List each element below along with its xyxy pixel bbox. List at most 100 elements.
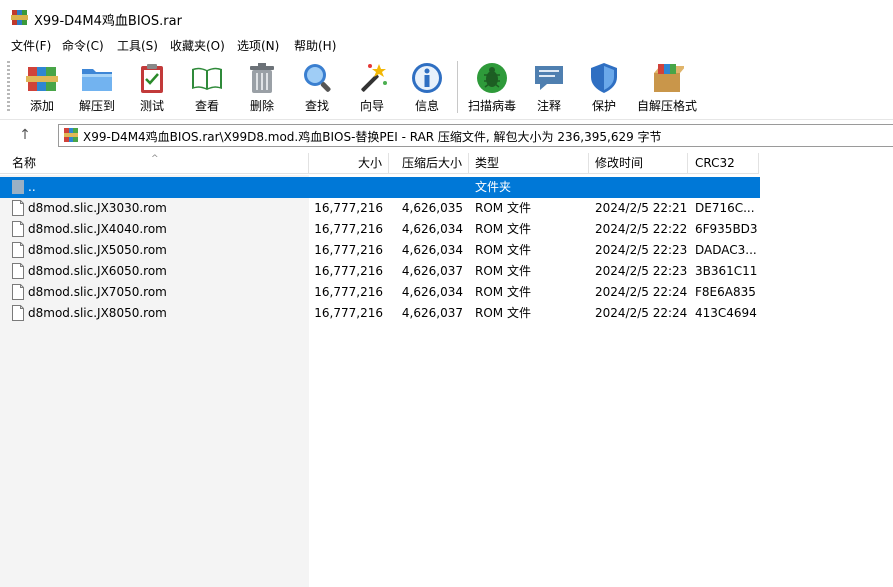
file-row[interactable]: d8mod.slic.JX3030.rom 16,777,216 4,626,035… bbox=[0, 198, 760, 219]
menu-command[interactable]: 命令(C) bbox=[62, 37, 104, 54]
file-crc: 3B361C11 bbox=[695, 264, 757, 278]
sfx-box-icon bbox=[654, 64, 684, 92]
parent-folder-name: .. bbox=[28, 180, 36, 194]
file-name: d8mod.slic.JX4040.rom bbox=[28, 222, 167, 236]
column-name[interactable]: 名称 ^ bbox=[0, 153, 309, 174]
title-bar: X99-D4M4鸡血BIOS.rar bbox=[0, 0, 893, 35]
column-packed[interactable]: 压缩后大小 bbox=[389, 153, 469, 174]
file-packed-size: 4,626,034 bbox=[401, 243, 463, 257]
file-list: 名称 ^ 大小 压缩后大小 类型 修改时间 CRC32 .. 文件夹 d8mod… bbox=[0, 153, 893, 587]
file-row[interactable]: d8mod.slic.JX7050.rom 16,777,216 4,626,034… bbox=[0, 282, 760, 303]
file-packed-size: 4,626,034 bbox=[401, 285, 463, 299]
sfx-label: 自解压格式 bbox=[636, 99, 697, 113]
file-packed-size: 4,626,035 bbox=[401, 201, 463, 215]
file-crc: DADAC3... bbox=[695, 243, 757, 257]
parent-folder-row[interactable]: .. 文件夹 bbox=[0, 177, 760, 198]
file-type: ROM 文件 bbox=[475, 306, 531, 320]
address-bar: ↑ X99-D4M4鸡血BIOS.rar\X99D8.mod.鸡血BIOS-替换… bbox=[0, 120, 893, 150]
file-packed-size: 4,626,037 bbox=[401, 306, 463, 320]
file-modified: 2024/2/5 22:21 bbox=[595, 201, 688, 215]
archive-icon bbox=[64, 128, 78, 142]
file-packed-size: 4,626,034 bbox=[401, 222, 463, 236]
file-name: d8mod.slic.JX3030.rom bbox=[28, 201, 167, 215]
file-row[interactable]: d8mod.slic.JX8050.rom 16,777,216 4,626,037… bbox=[0, 303, 760, 324]
file-row[interactable]: d8mod.slic.JX5050.rom 16,777,216 4,626,034… bbox=[0, 240, 760, 261]
file-crc: F8E6A835 bbox=[695, 285, 756, 299]
file-modified: 2024/2/5 22:24 bbox=[595, 285, 688, 299]
file-row[interactable]: d8mod.slic.JX4040.rom 16,777,216 4,626,034… bbox=[0, 219, 760, 240]
file-icon bbox=[12, 263, 24, 279]
address-field[interactable]: X99-D4M4鸡血BIOS.rar\X99D8.mod.鸡血BIOS-替换PE… bbox=[58, 124, 893, 147]
file-name: d8mod.slic.JX7050.rom bbox=[28, 285, 167, 299]
column-modified-label: 修改时间 bbox=[595, 156, 644, 170]
file-icon bbox=[12, 305, 24, 321]
column-header-row: 名称 ^ 大小 压缩后大小 类型 修改时间 CRC32 bbox=[0, 153, 893, 175]
window-title: X99-D4M4鸡血BIOS.rar bbox=[34, 14, 182, 29]
column-type-label: 类型 bbox=[475, 156, 500, 170]
sfx-button[interactable]: 自解压格式 bbox=[637, 59, 697, 115]
file-modified: 2024/2/5 22:23 bbox=[595, 243, 688, 257]
column-size[interactable]: 大小 bbox=[309, 153, 389, 174]
menu-options[interactable]: 选项(N) bbox=[237, 37, 279, 54]
menu-help[interactable]: 帮助(H) bbox=[294, 37, 336, 54]
file-type: ROM 文件 bbox=[475, 201, 531, 215]
file-crc: 6F935BD3 bbox=[695, 222, 757, 236]
trash-icon bbox=[250, 63, 274, 93]
comment-button[interactable]: 注释 bbox=[521, 59, 577, 115]
file-crc: DE716C... bbox=[695, 201, 755, 215]
menu-tools[interactable]: 工具(S) bbox=[117, 37, 158, 54]
file-modified: 2024/2/5 22:22 bbox=[595, 222, 688, 236]
scan-virus-button[interactable]: 扫描病毒 bbox=[464, 59, 520, 115]
sort-up-icon: ^ bbox=[151, 154, 159, 164]
file-size: 16,777,216 bbox=[314, 201, 383, 215]
file-icon bbox=[12, 221, 24, 237]
parent-folder-type: 文件夹 bbox=[475, 180, 512, 194]
file-type: ROM 文件 bbox=[475, 285, 531, 299]
add-archive-icon bbox=[26, 67, 58, 91]
find-button[interactable]: 查找 bbox=[289, 59, 345, 115]
menu-favorites[interactable]: 收藏夹(O) bbox=[170, 37, 225, 54]
column-name-label: 名称 bbox=[12, 156, 37, 170]
test-clipboard-icon bbox=[141, 64, 163, 93]
find-magnifier-icon bbox=[304, 64, 331, 92]
column-crc-label: CRC32 bbox=[695, 156, 735, 170]
view-book-icon bbox=[192, 67, 222, 90]
column-type[interactable]: 类型 bbox=[469, 153, 589, 174]
column-modified[interactable]: 修改时间 bbox=[589, 153, 688, 174]
file-size: 16,777,216 bbox=[314, 264, 383, 278]
file-name: d8mod.slic.JX8050.rom bbox=[28, 306, 167, 320]
menu-file[interactable]: 文件(F) bbox=[11, 37, 51, 54]
column-packed-label: 压缩后大小 bbox=[401, 156, 462, 170]
info-button[interactable]: 信息 bbox=[399, 59, 455, 115]
virus-scan-icon bbox=[477, 63, 507, 93]
up-arrow-icon[interactable]: ↑ bbox=[14, 125, 36, 145]
winrar-window: X99-D4M4鸡血BIOS.rar 文件(F) 命令(C) 工具(S) 收藏夹… bbox=[0, 0, 893, 587]
file-name: d8mod.slic.JX5050.rom bbox=[28, 243, 167, 257]
add-button[interactable]: 添加 bbox=[14, 59, 70, 115]
extract-to-button[interactable]: 解压到 bbox=[69, 59, 125, 115]
view-button[interactable]: 查看 bbox=[179, 59, 235, 115]
file-icon bbox=[12, 242, 24, 258]
info-label: 信息 bbox=[414, 99, 439, 113]
toolbar: 添加 解压到 测试 查看 删除 查找 向导 信息 扫描病毒 注释 保护 自解压格… bbox=[0, 55, 893, 120]
file-type: ROM 文件 bbox=[475, 243, 531, 257]
file-type: ROM 文件 bbox=[475, 264, 531, 278]
delete-button[interactable]: 删除 bbox=[234, 59, 290, 115]
extract-folder-icon bbox=[82, 69, 112, 91]
file-modified: 2024/2/5 22:24 bbox=[595, 306, 688, 320]
file-packed-size: 4,626,037 bbox=[401, 264, 463, 278]
test-button[interactable]: 测试 bbox=[124, 59, 180, 115]
wizard-button[interactable]: 向导 bbox=[344, 59, 400, 115]
column-size-label: 大小 bbox=[357, 156, 382, 170]
file-name: d8mod.slic.JX6050.rom bbox=[28, 264, 167, 278]
info-icon bbox=[412, 63, 442, 93]
protect-button[interactable]: 保护 bbox=[576, 59, 632, 115]
file-type: ROM 文件 bbox=[475, 222, 531, 236]
column-crc[interactable]: CRC32 bbox=[688, 153, 759, 174]
file-size: 16,777,216 bbox=[314, 285, 383, 299]
shield-icon bbox=[591, 63, 617, 93]
file-icon bbox=[12, 284, 24, 300]
file-icon bbox=[12, 200, 24, 216]
comment-icon bbox=[535, 66, 563, 90]
file-row[interactable]: d8mod.slic.JX6050.rom 16,777,216 4,626,037… bbox=[0, 261, 760, 282]
